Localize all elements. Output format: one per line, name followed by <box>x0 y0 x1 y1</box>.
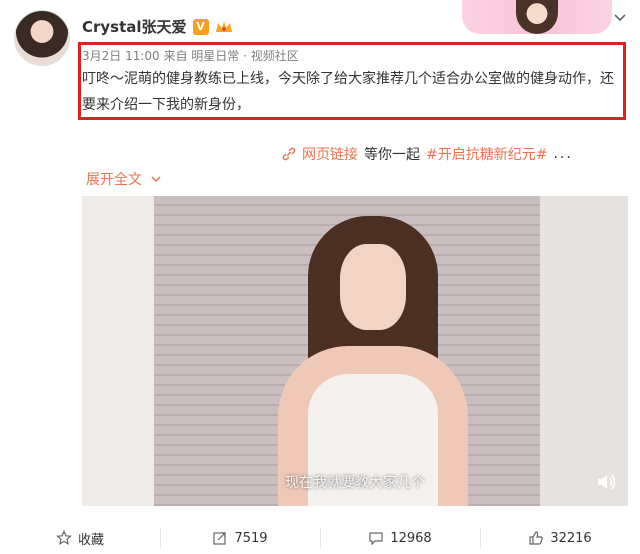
more-text: ... <box>553 146 573 162</box>
video-person-face <box>340 244 406 330</box>
repost-count: 7519 <box>234 530 268 546</box>
favorite-button[interactable]: 收藏 <box>0 522 160 554</box>
repost-icon <box>213 532 227 545</box>
post-content: 叮咚～泥萌的健身教练已上线，今天除了给大家推荐几个适合办公室做的健身动作，还要来… <box>82 71 614 113</box>
user-name-row: Crystal张天爱 V <box>82 16 233 37</box>
hashtag-link[interactable]: #开启抗糖新纪元# <box>426 144 547 164</box>
thumbs-up-icon <box>529 531 544 545</box>
chevron-down-icon <box>151 176 161 183</box>
web-link[interactable]: 网页链接 <box>302 144 358 164</box>
like-button[interactable]: 32216 <box>480 522 640 554</box>
username[interactable]: Crystal张天爱 <box>82 16 187 37</box>
link-icon <box>282 147 296 161</box>
repost-button[interactable]: 7519 <box>160 522 320 554</box>
video-subtitle: 现在我就要教大家几个 <box>285 475 425 491</box>
favorite-label: 收藏 <box>77 532 104 548</box>
video-player[interactable]: 现在我就要教大家几个 <box>82 196 628 506</box>
verified-badge: V <box>192 18 209 35</box>
links-row: 网页链接 等你一起 #开启抗糖新纪元# ... <box>282 144 573 164</box>
comment-button[interactable]: 12968 <box>320 522 480 554</box>
avatar[interactable] <box>14 10 70 66</box>
comment-count: 12968 <box>390 530 432 546</box>
like-count: 32216 <box>550 530 592 546</box>
together-text: 等你一起 <box>364 147 420 163</box>
chevron-down-icon[interactable] <box>612 10 628 26</box>
expand-full-text[interactable]: 展开全文 <box>86 169 162 189</box>
star-icon <box>56 530 72 546</box>
crown-icon <box>215 20 232 32</box>
volume-icon[interactable] <box>596 472 618 492</box>
action-bar: 收藏 7519 12968 32216 <box>0 522 640 554</box>
post-meta: 3月2日 11:00 来自 明星日常 · 视频社区 <box>82 49 299 63</box>
expand-label[interactable]: 展开全文 <box>86 169 142 189</box>
comment-icon <box>369 532 383 546</box>
video-wall-right <box>540 196 628 506</box>
video-wall-left <box>82 196 154 506</box>
